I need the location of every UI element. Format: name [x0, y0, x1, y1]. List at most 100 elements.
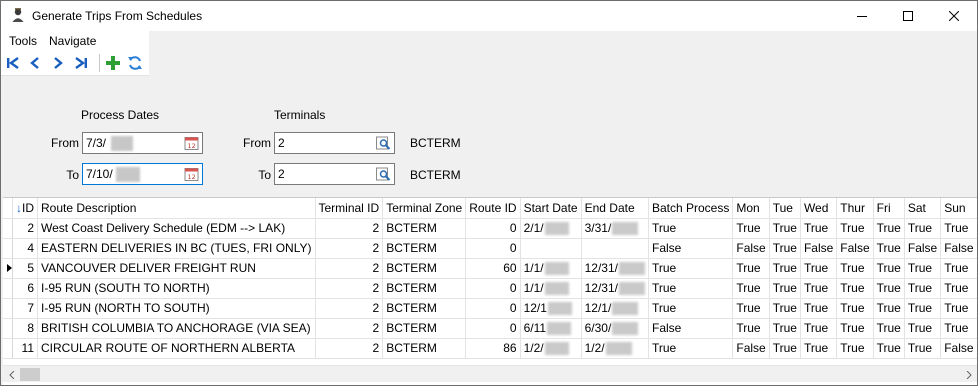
cell-wed[interactable]: True — [800, 278, 838, 299]
cell-end-date[interactable]: 3/31/ — [581, 218, 649, 239]
cell-route-id[interactable]: 0 — [465, 278, 521, 299]
add-button[interactable] — [103, 53, 123, 73]
cell-fri[interactable]: True — [873, 238, 905, 259]
table-row[interactable]: 5 VANCOUVER DELIVER FREIGHT RUN 2 BCTERM 60 1… — [3, 258, 977, 279]
cell-terminal-id[interactable]: 2 — [315, 298, 384, 319]
cell-start-date[interactable]: 1/2/ — [520, 338, 582, 359]
cell-sat[interactable]: True — [904, 278, 942, 299]
cell-terminal-zone[interactable]: BCTERM — [382, 298, 467, 319]
from-date-field[interactable]: 7/3/ 12 — [82, 132, 203, 154]
cell-mon[interactable]: True — [732, 218, 770, 239]
horizontal-scrollbar[interactable] — [3, 365, 977, 382]
cell-sat[interactable]: True — [904, 318, 942, 339]
cell-route-description[interactable]: BRITISH COLUMBIA TO ANCHORAGE (VIA SEA) — [37, 318, 316, 339]
menu-tools[interactable]: Tools — [9, 34, 37, 48]
cell-terminal-zone[interactable]: BCTERM — [382, 258, 467, 279]
cell-start-date[interactable]: 12/1 — [520, 298, 582, 319]
cell-sat[interactable]: True — [904, 298, 942, 319]
cell-mon[interactable]: True — [732, 298, 770, 319]
cell-route-id[interactable]: 0 — [465, 298, 521, 319]
cell-id[interactable]: 7 — [12, 298, 38, 319]
column-header-thur[interactable]: Thur — [836, 198, 874, 219]
cell-id[interactable]: 11 — [12, 338, 38, 359]
cell-thur[interactable]: True — [836, 258, 874, 279]
cell-mon[interactable]: False — [732, 238, 770, 259]
cell-end-date[interactable]: 12/31/ — [581, 258, 649, 279]
cell-sun[interactable]: True — [940, 218, 977, 239]
cell-sun[interactable]: True — [940, 278, 977, 299]
lookup-icon[interactable] — [375, 135, 392, 151]
cell-sat[interactable]: False — [904, 238, 942, 259]
last-record-button[interactable] — [71, 53, 91, 73]
cell-batch-process[interactable]: False — [648, 238, 734, 259]
column-header-route-description[interactable]: Route Description — [37, 198, 316, 219]
column-header-mon[interactable]: Mon — [732, 198, 770, 219]
cell-wed[interactable]: True — [800, 218, 838, 239]
cell-sun[interactable]: False — [940, 338, 977, 359]
cell-tue[interactable]: True — [769, 258, 801, 279]
table-row[interactable]: 4 EASTERN DELIVERIES IN BC (TUES, FRI ONL… — [3, 238, 977, 259]
table-row[interactable]: 7 I-95 RUN (NORTH TO SOUTH) 2 BCTERM 0 12/1 12… — [3, 298, 977, 319]
cell-thur[interactable]: True — [836, 278, 874, 299]
title-bar[interactable]: Generate Trips From Schedules — [1, 1, 977, 31]
cell-route-id[interactable]: 86 — [465, 338, 521, 359]
cell-start-date[interactable]: 6/11 — [520, 318, 582, 339]
cell-route-id[interactable]: 60 — [465, 258, 521, 279]
row-indicator[interactable] — [3, 318, 13, 339]
cell-route-description[interactable]: CIRCULAR ROUTE OF NORTHERN ALBERTA — [37, 338, 316, 359]
scroll-left-button[interactable] — [3, 366, 20, 383]
column-header-wed[interactable]: Wed — [800, 198, 838, 219]
schedules-grid[interactable]: ↓ID Route Description Terminal ID Termin… — [3, 197, 977, 385]
cell-mon[interactable]: True — [732, 278, 770, 299]
column-header-start-date[interactable]: Start Date — [520, 198, 582, 219]
cell-mon[interactable]: True — [732, 318, 770, 339]
menu-navigate[interactable]: Navigate — [49, 34, 96, 48]
cell-tue[interactable]: True — [769, 238, 801, 259]
scroll-right-button[interactable] — [960, 366, 977, 383]
cell-route-description[interactable]: I-95 RUN (SOUTH TO NORTH) — [37, 278, 316, 299]
cell-batch-process[interactable]: True — [648, 298, 734, 319]
column-header-end-date[interactable]: End Date — [581, 198, 649, 219]
cell-tue[interactable]: True — [769, 338, 801, 359]
cell-fri[interactable]: True — [873, 338, 905, 359]
cell-terminal-id[interactable]: 2 — [315, 258, 384, 279]
cell-terminal-id[interactable]: 2 — [315, 238, 384, 259]
column-header-id[interactable]: ↓ID — [12, 198, 38, 219]
cell-terminal-id[interactable]: 2 — [315, 318, 384, 339]
column-header-fri[interactable]: Fri — [873, 198, 905, 219]
column-header-terminal-zone[interactable]: Terminal Zone — [382, 198, 467, 219]
from-terminal-field[interactable]: 2 — [274, 132, 395, 154]
close-button[interactable] — [931, 1, 977, 31]
cell-start-date[interactable]: 2/1/ — [520, 218, 582, 239]
cell-terminal-id[interactable]: 2 — [315, 218, 384, 239]
calendar-icon[interactable]: 12 — [183, 135, 200, 151]
to-terminal-field[interactable]: 2 — [274, 163, 395, 185]
column-header-batch-process[interactable]: Batch Process — [648, 198, 734, 219]
cell-sat[interactable]: True — [904, 218, 942, 239]
cell-end-date[interactable]: 6/30/ — [581, 318, 649, 339]
cell-route-description[interactable]: EASTERN DELIVERIES IN BC (TUES, FRI ONLY… — [37, 238, 316, 259]
cell-terminal-zone[interactable]: BCTERM — [382, 278, 467, 299]
cell-wed[interactable]: True — [800, 338, 838, 359]
cell-tue[interactable]: True — [769, 278, 801, 299]
table-row[interactable]: 8 BRITISH COLUMBIA TO ANCHORAGE (VIA SEA)… — [3, 318, 977, 339]
cell-terminal-id[interactable]: 2 — [315, 278, 384, 299]
lookup-icon[interactable] — [375, 166, 392, 182]
column-header-terminal-id[interactable]: Terminal ID — [315, 198, 384, 219]
cell-id[interactable]: 8 — [12, 318, 38, 339]
column-header-sun[interactable]: Sun — [940, 198, 977, 219]
calendar-icon[interactable]: 12 — [183, 166, 200, 182]
cell-route-description[interactable]: I-95 RUN (NORTH TO SOUTH) — [37, 298, 316, 319]
cell-batch-process[interactable]: True — [648, 258, 734, 279]
to-date-field[interactable]: 7/10/ 12 — [82, 163, 203, 185]
row-indicator[interactable] — [3, 238, 13, 259]
cell-terminal-zone[interactable]: BCTERM — [382, 238, 467, 259]
cell-end-date[interactable] — [581, 238, 649, 259]
column-header-route-id[interactable]: Route ID — [465, 198, 521, 219]
cell-end-date[interactable]: 1/2/ — [581, 338, 649, 359]
cell-terminal-zone[interactable]: BCTERM — [382, 318, 467, 339]
cell-sun[interactable]: True — [940, 298, 977, 319]
maximize-button[interactable] — [885, 1, 931, 31]
cell-end-date[interactable]: 12/1/ — [581, 298, 649, 319]
next-record-button[interactable] — [48, 53, 68, 73]
